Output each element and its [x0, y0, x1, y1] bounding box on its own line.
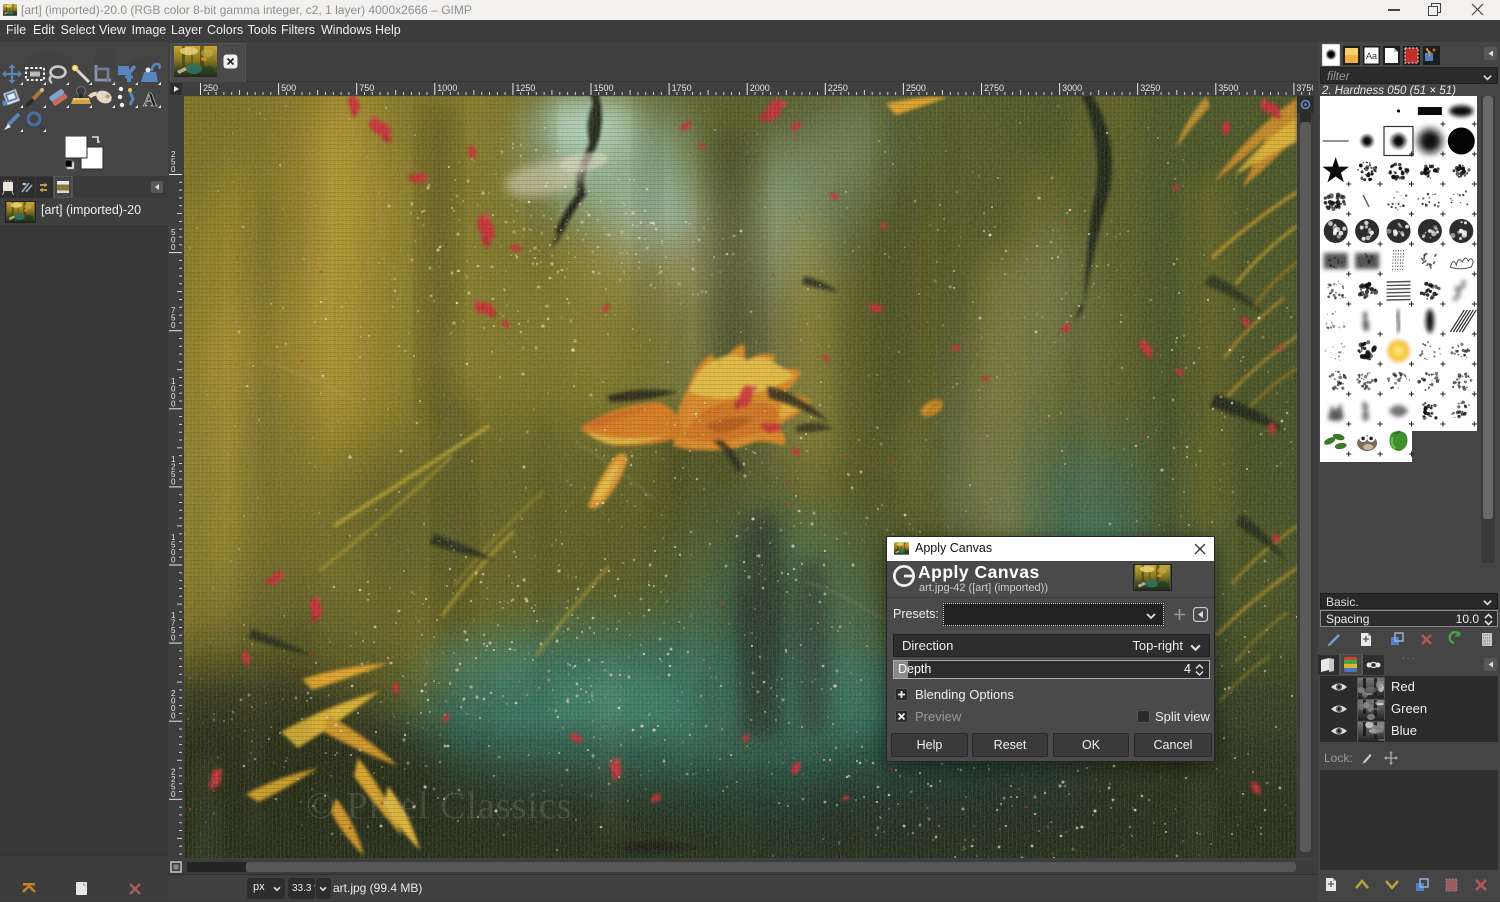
- svg-text:0: 0: [171, 399, 176, 408]
- svg-text:1500: 1500: [594, 83, 614, 93]
- svg-text:3500: 3500: [1218, 83, 1238, 93]
- svg-text:Aa: Aa: [1366, 51, 1377, 61]
- svg-text:1000: 1000: [437, 83, 457, 93]
- svg-text:0: 0: [171, 243, 176, 252]
- svg-text:3000: 3000: [1062, 83, 1082, 93]
- svg-text:3750: 3750: [1296, 83, 1313, 93]
- svg-text:2500: 2500: [906, 83, 926, 93]
- svg-text:1750: 1750: [672, 83, 692, 93]
- svg-text:1250: 1250: [515, 83, 535, 93]
- svg-text:500: 500: [281, 83, 296, 93]
- svg-text:A: A: [143, 89, 158, 111]
- svg-text:0: 0: [171, 790, 176, 799]
- svg-text:0: 0: [171, 712, 176, 721]
- svg-text:2250: 2250: [828, 83, 848, 93]
- svg-text:0: 0: [171, 634, 176, 643]
- svg-text:3250: 3250: [1140, 83, 1160, 93]
- svg-text:2750: 2750: [984, 83, 1004, 93]
- svg-text:250: 250: [203, 83, 218, 93]
- svg-text:0: 0: [171, 556, 176, 565]
- svg-text:0: 0: [171, 477, 176, 486]
- svg-text:2000: 2000: [750, 83, 770, 93]
- svg-text:0: 0: [171, 165, 176, 174]
- svg-text:0: 0: [171, 321, 176, 330]
- svg-text:750: 750: [359, 83, 374, 93]
